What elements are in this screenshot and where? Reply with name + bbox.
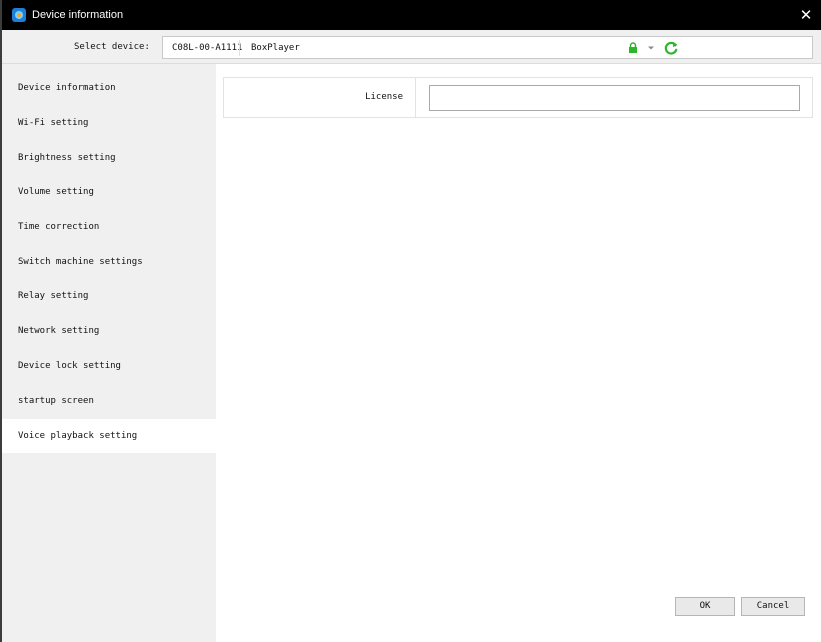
sidebar-item-relay-setting[interactable]: Relay setting	[2, 279, 216, 313]
chevron-down-icon[interactable]	[647, 44, 655, 52]
sidebar-item-volume-setting[interactable]: Volume setting	[2, 175, 216, 209]
sidebar-item-voice-playback-setting[interactable]: Voice playback setting	[2, 419, 216, 453]
close-icon: ✕	[799, 6, 813, 24]
close-button[interactable]: ✕	[797, 6, 815, 24]
select-device-label: Select device:	[74, 42, 150, 52]
ok-button[interactable]: OK	[675, 597, 735, 616]
combo-separator	[239, 40, 240, 56]
license-form: License	[223, 77, 813, 118]
window-title: Device information	[32, 9, 124, 21]
device-information-window: Device information ✕ Select device: C08L…	[0, 0, 821, 642]
select-device-bar: Select device: C08L-00-A1111 BoxPlayer	[2, 30, 821, 64]
sidebar-item-device-lock-setting[interactable]: Device lock setting	[2, 349, 216, 383]
app-icon	[12, 8, 26, 22]
settings-content: License OK Cancel	[216, 64, 821, 642]
sidebar-item-brightness-setting[interactable]: Brightness setting	[2, 141, 216, 175]
sidebar-item-switch-machine-settings[interactable]: Switch machine settings	[2, 245, 216, 279]
device-id: C08L-00-A1111	[172, 43, 243, 53]
sidebar-item-startup-screen[interactable]: startup screen	[2, 384, 216, 418]
device-select[interactable]: C08L-00-A1111 BoxPlayer	[162, 36, 813, 59]
license-label: License	[224, 78, 416, 117]
lock-icon	[629, 42, 637, 53]
sidebar-item-device-information[interactable]: Device information	[2, 71, 216, 105]
sidebar-item-network-setting[interactable]: Network setting	[2, 314, 216, 348]
sidebar-item-wifi-setting[interactable]: Wi-Fi setting	[2, 106, 216, 140]
license-input[interactable]	[429, 85, 800, 111]
cancel-button[interactable]: Cancel	[741, 597, 805, 616]
device-name: BoxPlayer	[251, 43, 300, 53]
settings-sidebar: Device information Wi-Fi setting Brightn…	[2, 64, 216, 642]
refresh-icon[interactable]	[663, 40, 679, 56]
sidebar-item-time-correction[interactable]: Time correction	[2, 210, 216, 244]
title-bar: Device information ✕	[2, 0, 821, 30]
